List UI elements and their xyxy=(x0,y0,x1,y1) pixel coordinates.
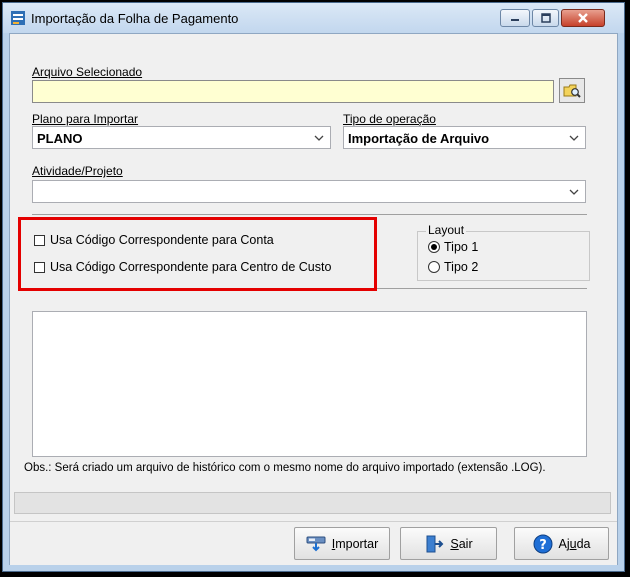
svg-text:?: ? xyxy=(539,538,547,553)
title-bar[interactable]: Importação da Folha de Pagamento xyxy=(3,3,624,33)
radio-tipo1-label: Tipo 1 xyxy=(444,240,479,254)
log-memo[interactable] xyxy=(32,311,587,457)
maximize-button[interactable] xyxy=(532,9,559,27)
plano-label: Plano para Importar xyxy=(32,112,139,126)
chevron-down-icon xyxy=(314,135,324,141)
chevron-down-icon xyxy=(569,135,579,141)
radio-dot[interactable] xyxy=(428,241,440,253)
arquivo-input[interactable] xyxy=(32,80,554,103)
close-button[interactable] xyxy=(561,9,605,27)
plano-select[interactable]: PLANO xyxy=(32,126,331,149)
tipo-select[interactable]: Importação de Arquivo xyxy=(343,126,586,149)
sair-label: Sair xyxy=(450,536,473,551)
dialog-body: Arquivo Selecionado Plano para Importar … xyxy=(9,33,618,565)
radio-tipo1[interactable]: Tipo 1 xyxy=(428,240,478,254)
minimize-icon xyxy=(511,19,519,21)
importar-button[interactable]: Importar xyxy=(294,527,390,560)
atividade-select[interactable] xyxy=(32,180,586,203)
import-icon xyxy=(306,536,326,551)
ajuda-button[interactable]: ? Ajuda xyxy=(514,527,609,560)
arquivo-label: Arquivo Selecionado xyxy=(32,65,143,79)
folder-search-icon xyxy=(563,84,581,98)
atividade-label: Atividade/Projeto xyxy=(32,164,123,178)
separator xyxy=(377,288,587,289)
app-icon xyxy=(11,11,25,25)
radio-dot[interactable] xyxy=(428,261,440,273)
plano-value: PLANO xyxy=(37,131,83,146)
maximize-icon xyxy=(540,13,551,23)
exit-door-icon xyxy=(426,535,444,552)
importar-label: Importar xyxy=(331,536,379,551)
separator xyxy=(32,214,587,215)
button-bar: Importar Sair ? Ajuda xyxy=(10,521,617,565)
sair-button[interactable]: Sair xyxy=(400,527,497,560)
help-icon: ? xyxy=(533,534,552,553)
radio-tipo2[interactable]: Tipo 2 xyxy=(428,260,478,274)
tipo-label: Tipo de operação xyxy=(343,112,436,126)
window-title: Importação da Folha de Pagamento xyxy=(31,11,239,26)
browse-button[interactable] xyxy=(559,78,585,103)
obs-text: Obs.: Será criado um arquivo de históric… xyxy=(24,462,546,474)
ajuda-label: Ajuda xyxy=(558,536,591,551)
import-window: Importação da Folha de Pagamento Arquivo… xyxy=(2,2,625,572)
close-icon xyxy=(578,13,588,23)
minimize-button[interactable] xyxy=(500,9,530,27)
highlight-frame xyxy=(18,217,377,291)
status-bar xyxy=(14,492,611,514)
radio-tipo2-label: Tipo 2 xyxy=(444,260,479,274)
chevron-down-icon xyxy=(569,189,579,195)
tipo-value: Importação de Arquivo xyxy=(348,131,490,146)
layout-legend: Layout xyxy=(426,223,467,237)
